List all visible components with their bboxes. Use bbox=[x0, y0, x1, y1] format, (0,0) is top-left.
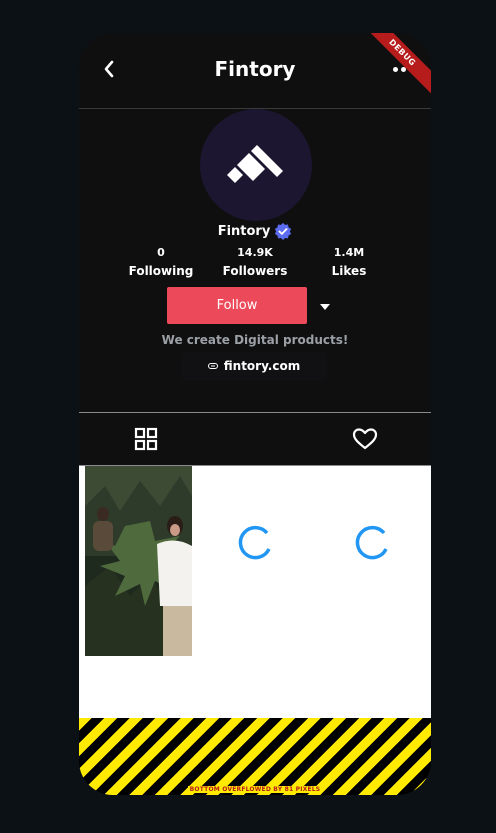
video-thumbnail[interactable] bbox=[85, 466, 192, 656]
overflow-warning-text: BOTTOM OVERFLOWED BY 81 PIXELS bbox=[187, 786, 323, 793]
stat-value: 14.9K bbox=[237, 246, 273, 259]
name-row: Fintory bbox=[79, 222, 431, 240]
video-thumbnail-image bbox=[85, 466, 192, 656]
stat-likes[interactable]: 1.4M Likes bbox=[304, 246, 394, 280]
phone-screen: Fintory DEBUG Fintory 0 Following 14.9K … bbox=[79, 33, 431, 795]
profile-stats: 0 Following 14.9K Followers 1.4M Likes bbox=[119, 246, 394, 278]
avatar[interactable] bbox=[200, 109, 312, 221]
more-button[interactable] bbox=[391, 61, 415, 77]
content-tab-bar bbox=[79, 412, 431, 466]
profile-name: Fintory bbox=[217, 223, 271, 239]
stat-value: 0 bbox=[157, 246, 165, 259]
stat-label: Followers bbox=[222, 264, 288, 278]
app-title: Fintory bbox=[214, 57, 296, 81]
heart-icon bbox=[352, 428, 378, 450]
tab-liked[interactable] bbox=[277, 413, 431, 465]
grid-icon bbox=[134, 427, 158, 451]
fintory-logo-icon bbox=[227, 145, 283, 183]
loading-spinner bbox=[238, 525, 271, 560]
stat-label: Following bbox=[128, 264, 194, 278]
website-link-text: fintory.com bbox=[223, 359, 301, 373]
more-icon bbox=[392, 66, 398, 72]
link-icon bbox=[207, 363, 218, 369]
website-link[interactable]: fintory.com bbox=[181, 352, 327, 380]
profile-bio: We create Digital products! bbox=[161, 333, 349, 347]
dropdown-arrow-icon[interactable] bbox=[319, 303, 331, 311]
stat-following[interactable]: 0 Following bbox=[116, 246, 206, 280]
stat-value: 1.4M bbox=[333, 246, 365, 259]
profile-header: Fintory 0 Following 14.9K Followers 1.4M… bbox=[79, 109, 431, 412]
loading-spinner bbox=[355, 525, 388, 560]
app-bar: Fintory DEBUG bbox=[79, 33, 431, 109]
stat-followers[interactable]: 14.9K Followers bbox=[210, 246, 300, 280]
follow-button[interactable]: Follow bbox=[167, 287, 307, 324]
stat-label: Likes bbox=[331, 264, 367, 278]
tab-videos[interactable] bbox=[79, 413, 234, 465]
overflow-warning-stripes: BOTTOM OVERFLOWED BY 81 PIXELS bbox=[79, 718, 431, 795]
verified-icon bbox=[275, 222, 292, 240]
video-grid bbox=[79, 466, 431, 718]
